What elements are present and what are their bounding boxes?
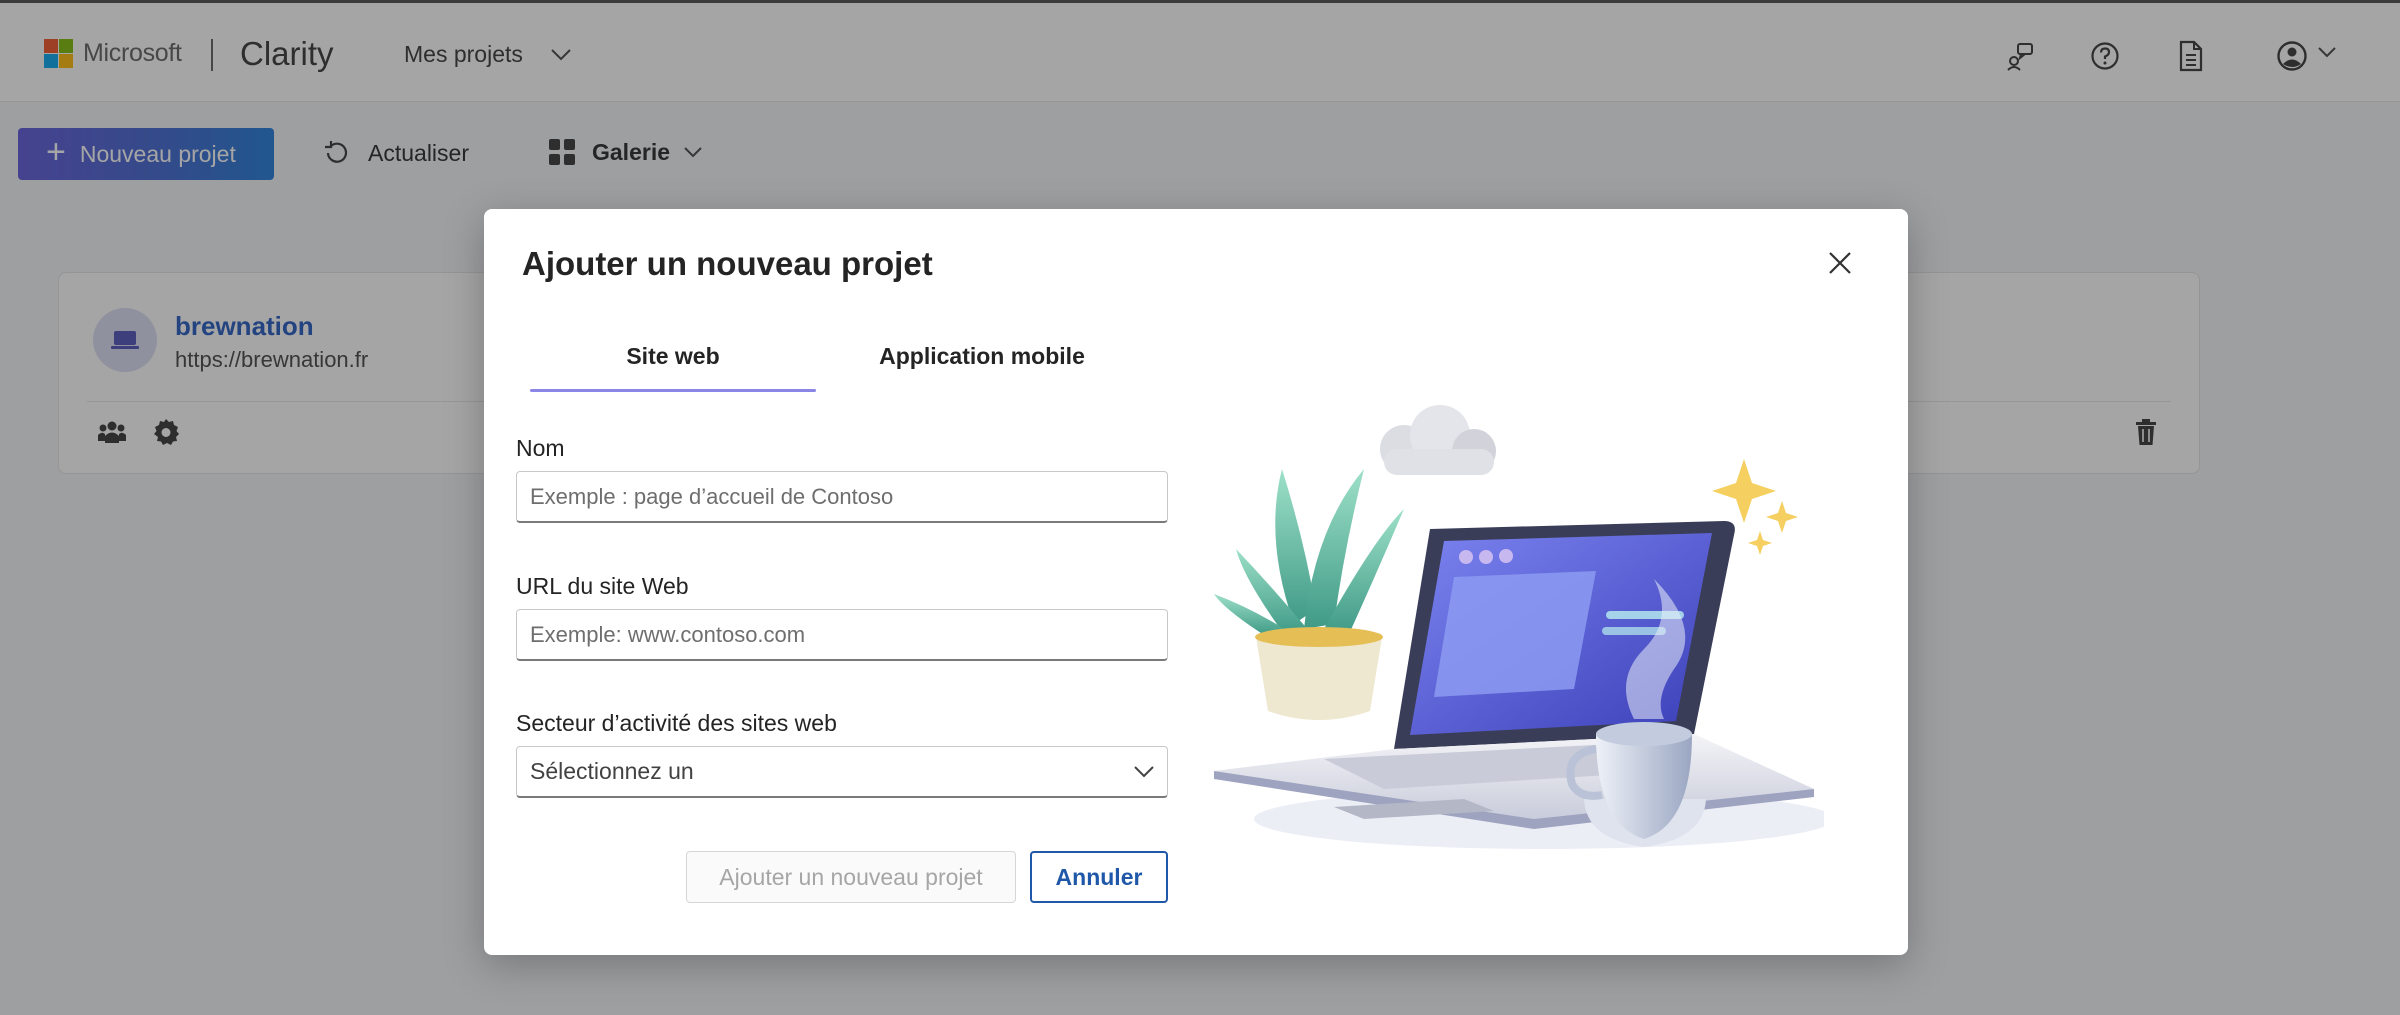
url-field-label: URL du site Web — [516, 573, 689, 599]
cloud-icon — [1380, 405, 1496, 475]
plant-icon — [1214, 469, 1404, 720]
url-field[interactable] — [516, 609, 1168, 661]
close-icon[interactable] — [1822, 245, 1858, 281]
dialog-title: Ajouter un nouveau projet — [522, 245, 933, 282]
industry-field-label: Secteur d’activité des sites web — [516, 710, 837, 736]
add-project-dialog: Ajouter un nouveau projet Site web Appli… — [484, 209, 1908, 955]
name-field[interactable] — [516, 471, 1168, 523]
add-project-button[interactable]: Ajouter un nouveau projet — [686, 851, 1016, 903]
industry-select[interactable]: Sélectionnez un — [516, 746, 1168, 798]
name-field-label: Nom — [516, 435, 565, 461]
chevron-down-icon — [1134, 765, 1154, 777]
tab-website[interactable]: Site web — [530, 343, 816, 370]
industry-select-value: Sélectionnez un — [530, 758, 694, 784]
cancel-button[interactable]: Annuler — [1030, 851, 1168, 903]
tab-mobile-app[interactable]: Application mobile — [854, 343, 1110, 370]
tab-selected-indicator — [530, 389, 816, 392]
laptop-plant-illustration — [1214, 405, 1824, 849]
